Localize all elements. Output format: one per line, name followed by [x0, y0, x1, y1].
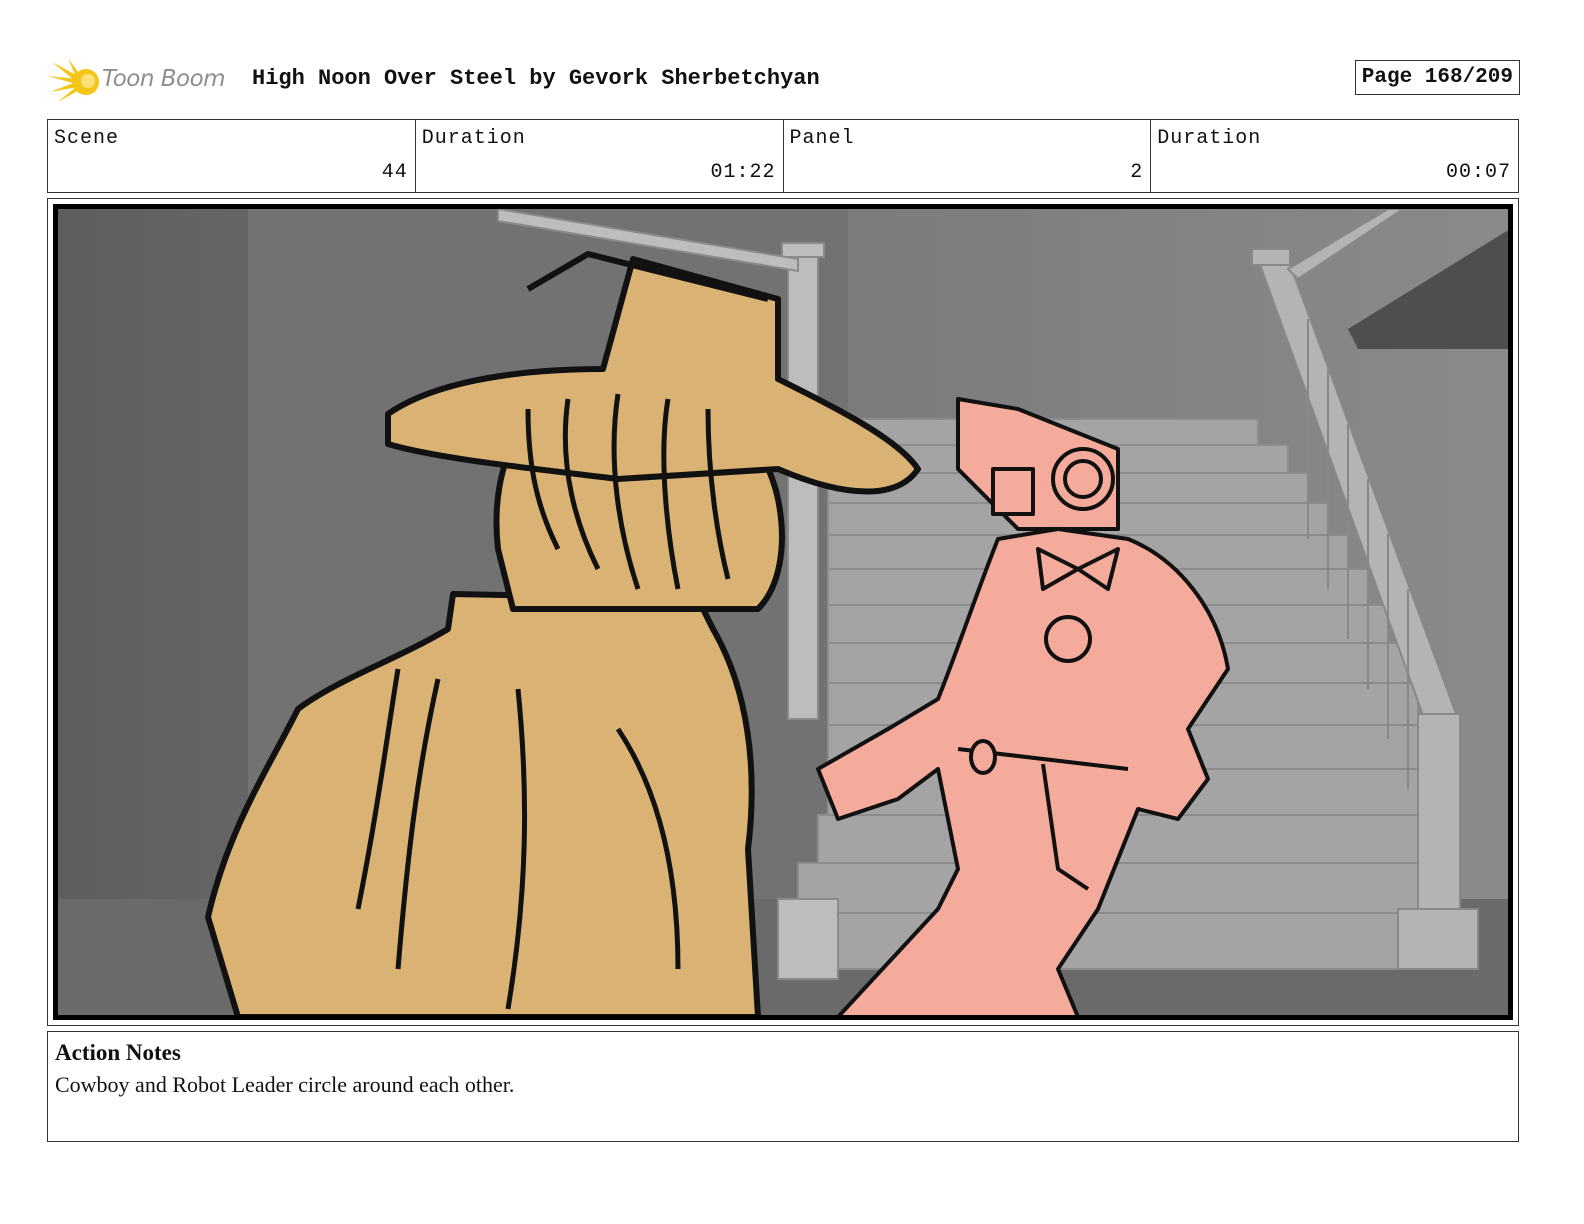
scene-duration-cell: Duration 01:22	[416, 120, 784, 192]
action-notes: Action Notes Cowboy and Robot Leader cir…	[47, 1031, 1519, 1142]
scene-value: 44	[381, 161, 408, 184]
panel-artwork	[53, 204, 1513, 1020]
panel-illustration	[58, 209, 1508, 1015]
panel-duration-label: Duration	[1157, 127, 1262, 150]
panel-duration-value: 00:07	[1445, 161, 1511, 184]
panel-label: Panel	[789, 127, 855, 150]
page-header: Toon Boom High Noon Over Steel by Gevork…	[48, 52, 1520, 108]
scene-label: Scene	[54, 127, 120, 150]
scene-cell: Scene 44	[48, 120, 416, 192]
scene-duration-label: Duration	[421, 127, 526, 150]
scene-info-bar: Scene 44 Duration 01:22 Panel 2 Duration…	[47, 119, 1519, 193]
panel-cell: Panel 2	[784, 120, 1152, 192]
storyboard-title: High Noon Over Steel by Gevork Sherbetch…	[252, 66, 820, 91]
action-notes-text: Cowboy and Robot Leader circle around ea…	[55, 1072, 515, 1097]
storyboard-panel	[47, 198, 1519, 1026]
page-number: Page 168/209	[1354, 60, 1520, 95]
logo-text: Toon Boom	[102, 66, 226, 92]
action-notes-heading: Action Notes	[55, 1040, 181, 1065]
panel-value: 2	[1130, 161, 1144, 184]
toon-boom-logo: Toon Boom	[48, 54, 238, 104]
panel-duration-cell: Duration 00:07	[1151, 120, 1518, 192]
scene-duration-value: 01:22	[710, 161, 776, 184]
starburst-icon	[48, 58, 99, 102]
